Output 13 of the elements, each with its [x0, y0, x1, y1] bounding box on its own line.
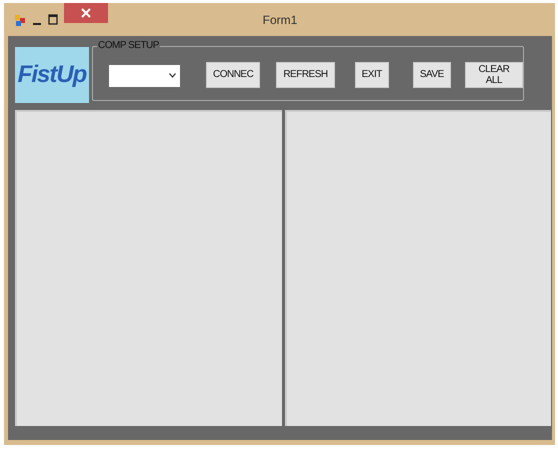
toolbar-button[interactable]: CLEAR ALL — [464, 62, 523, 88]
toolbar-button[interactable]: CONNEC — [206, 62, 260, 88]
logo: FistUp — [15, 47, 89, 103]
maximize-icon[interactable] — [48, 14, 58, 26]
group-title: COMP SETUP — [97, 40, 160, 51]
app-icon — [14, 12, 26, 26]
dropdown-field[interactable] — [109, 64, 180, 86]
chevron-down-icon — [168, 73, 176, 78]
toolbar-button[interactable]: SAVE — [412, 62, 451, 88]
window-title: Form1 — [262, 13, 298, 27]
toolbar-button[interactable]: EXIT — [354, 62, 389, 88]
toolbar-button[interactable]: REFRESH — [276, 62, 335, 88]
close-icon[interactable] — [64, 3, 108, 23]
